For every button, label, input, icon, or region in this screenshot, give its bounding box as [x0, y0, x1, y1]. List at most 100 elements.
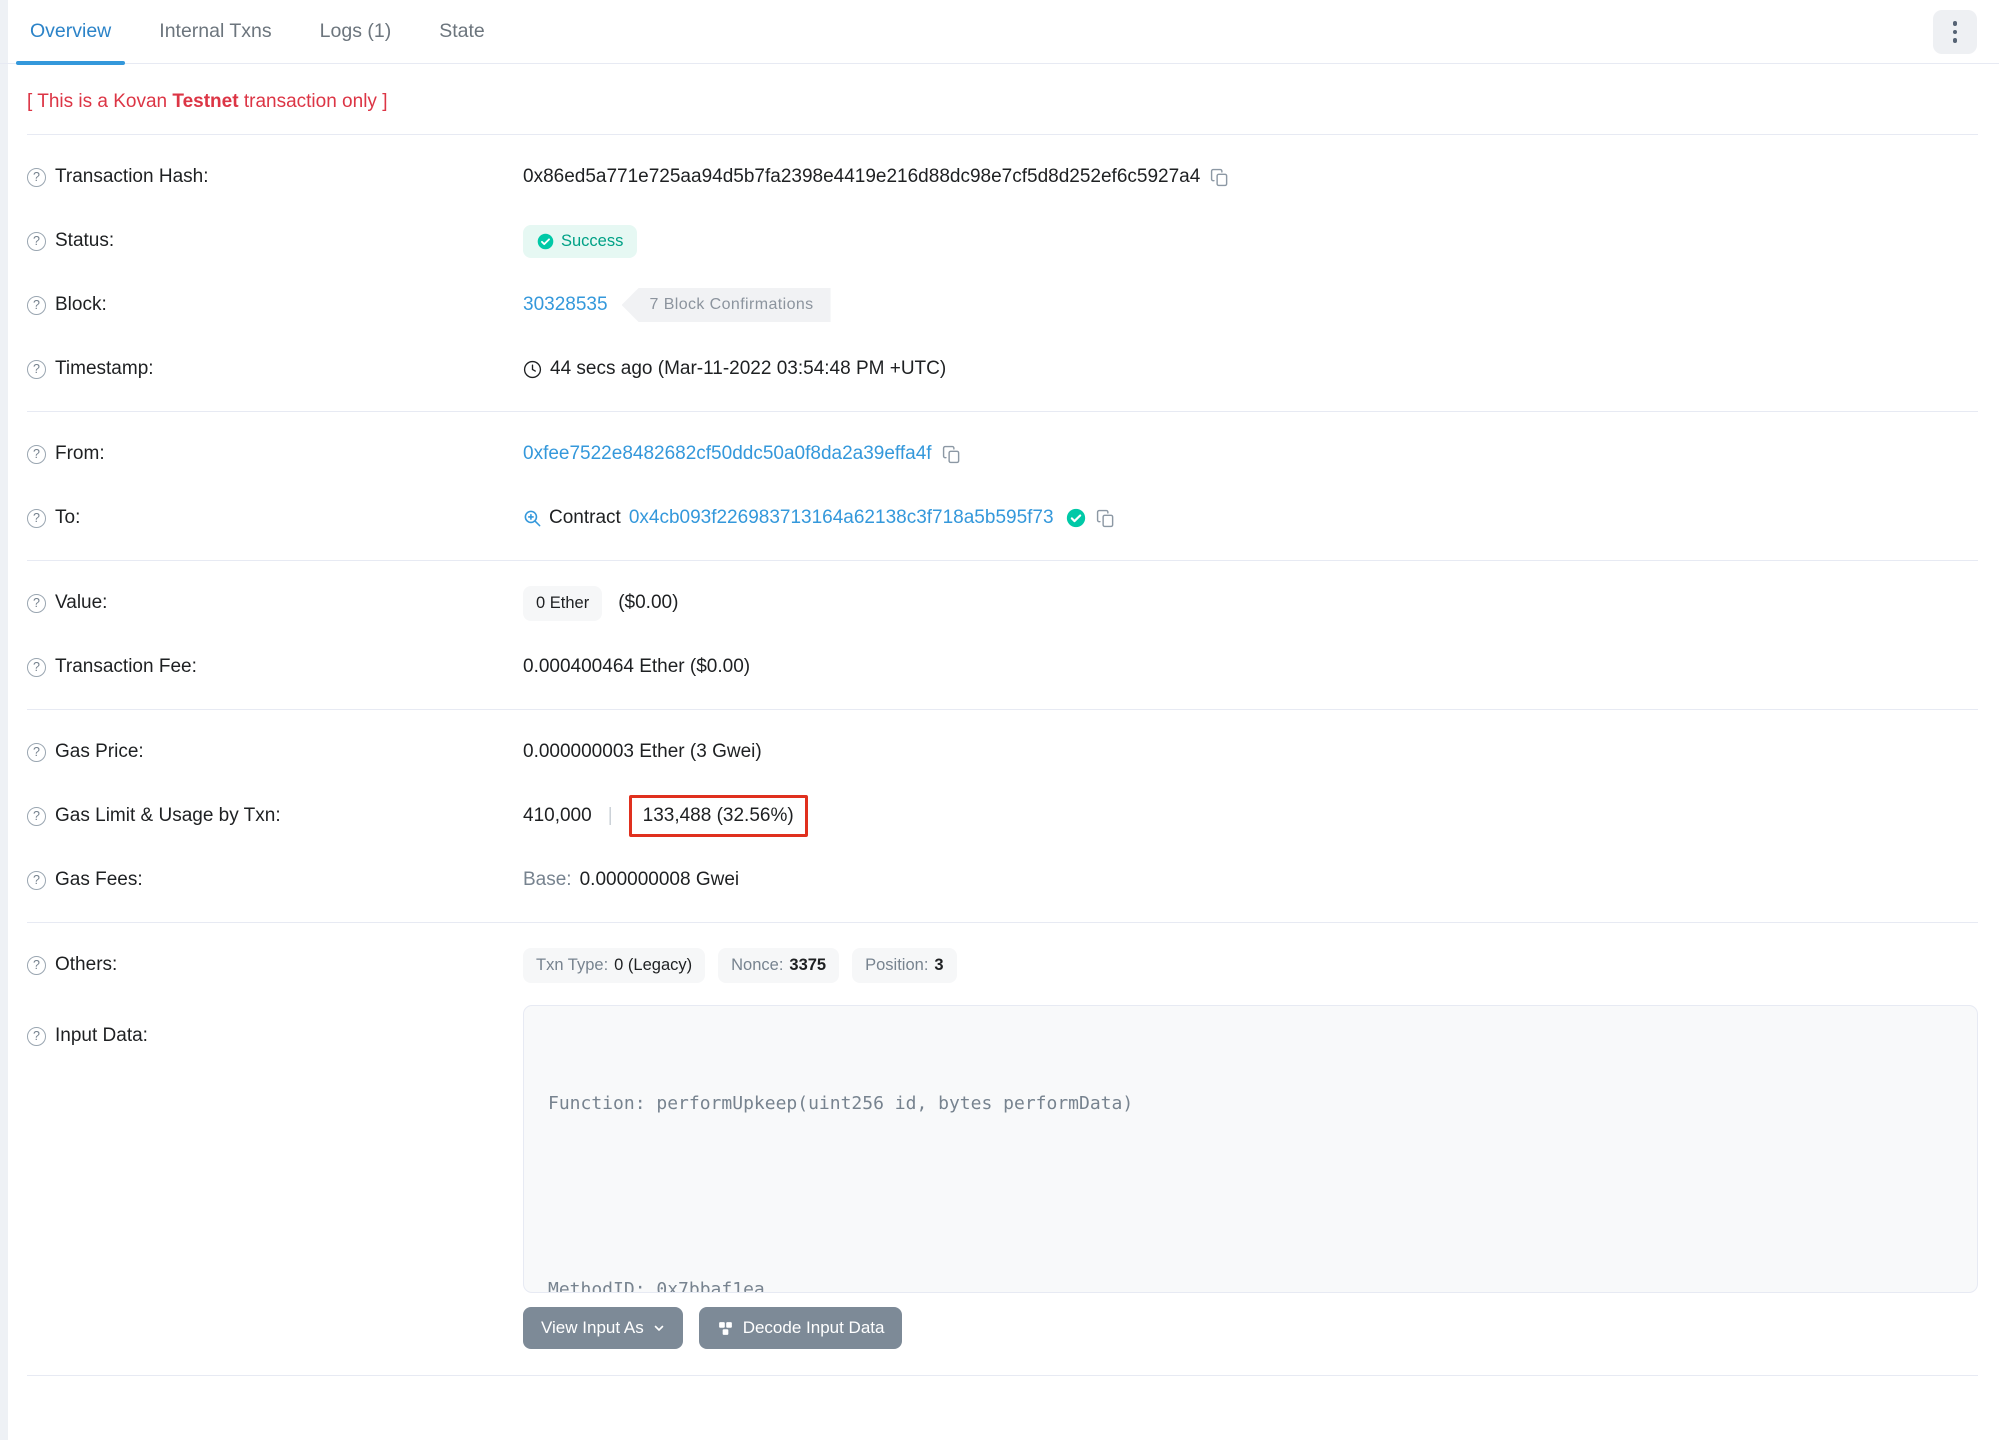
decode-input-data-button[interactable]: Decode Input Data: [698, 1307, 903, 1349]
help-icon[interactable]: ?: [27, 359, 46, 379]
verified-check-icon: [1066, 508, 1086, 528]
to-address-link[interactable]: 0x4cb093f226983713164a62138c3f718a5b595f…: [629, 507, 1054, 529]
gas-price-label: Gas Price:: [55, 741, 144, 762]
nonce-badge: Nonce: 3375: [718, 947, 840, 983]
input-data-textarea[interactable]: Function: performUpkeep(uint256 id, byte…: [523, 1005, 1978, 1293]
row-others: ? Others: Txn Type: 0 (Legacy) Nonce: 33…: [27, 933, 1978, 997]
block-label: Block:: [55, 294, 107, 315]
row-status: ? Status: Success: [27, 209, 1978, 273]
view-input-as-label: View Input As: [541, 1318, 644, 1337]
notice-testnet-bold: Testnet: [172, 91, 239, 112]
others-label: Others:: [55, 954, 118, 975]
gas-usage-value: 133,488 (32.56%): [642, 805, 794, 826]
notice-text: [ This is a Kovan: [27, 91, 173, 112]
decode-input-data-label: Decode Input Data: [742, 1318, 885, 1337]
help-icon[interactable]: ?: [27, 657, 46, 677]
value-label: Value:: [55, 592, 108, 613]
from-address-link[interactable]: 0xfee7522e8482682cf50ddc50a0f8da2a39effa…: [523, 443, 932, 465]
gas-fees-base-label: Base:: [523, 869, 572, 890]
status-badge: Success: [523, 224, 638, 258]
input-methodid-line: MethodID: 0x7bbaf1ea: [548, 1279, 765, 1293]
block-number-link[interactable]: 30328535: [523, 294, 608, 316]
from-label: From:: [55, 443, 105, 464]
page-left-edge: [0, 0, 8, 1440]
transaction-hash-label: Transaction Hash:: [55, 166, 209, 187]
help-icon[interactable]: ?: [27, 444, 46, 464]
tab-overview[interactable]: Overview: [16, 0, 126, 65]
row-gas-fees: ? Gas Fees: Base: 0.000000008 Gwei: [27, 848, 1978, 912]
tab-logs-label: Logs (1): [319, 20, 392, 42]
gas-fees-label: Gas Fees:: [55, 869, 143, 890]
row-input-data: ? Input Data: Function: performUpkeep(ui…: [27, 1005, 1978, 1349]
tab-overview-label: Overview: [30, 20, 112, 42]
check-circle-icon: [537, 233, 554, 249]
chevron-down-icon: [654, 1325, 664, 1331]
divider: [27, 1375, 1978, 1376]
view-input-as-button[interactable]: View Input As: [523, 1307, 683, 1349]
divider: [27, 709, 1978, 710]
testnet-notice: [ This is a Kovan Testnet transaction on…: [27, 91, 1978, 113]
help-icon[interactable]: ?: [27, 593, 46, 613]
transaction-hash-value: 0x86ed5a771e725aa94d5b7fa2398e4419e216d8…: [523, 166, 1201, 187]
value-usd-text: ($0.00): [618, 592, 679, 613]
gas-separator: |: [607, 805, 613, 826]
help-icon[interactable]: ?: [27, 508, 46, 528]
copy-icon[interactable]: [942, 445, 961, 464]
tab-state-label: State: [439, 20, 485, 42]
gas-limit-label: Gas Limit & Usage by Txn:: [55, 805, 281, 826]
transaction-fee-value: 0.000400464 Ether ($0.00): [523, 656, 751, 677]
help-icon[interactable]: ?: [27, 167, 46, 187]
copy-icon[interactable]: [1210, 168, 1229, 187]
help-icon[interactable]: ?: [27, 1026, 46, 1046]
clock-icon: [523, 360, 542, 379]
kebab-menu-icon[interactable]: [1933, 10, 1977, 54]
help-icon[interactable]: ?: [27, 870, 46, 890]
to-label: To:: [55, 507, 81, 528]
copy-icon[interactable]: [1096, 509, 1115, 528]
tab-internal-txns-label: Internal Txns: [159, 20, 272, 42]
divider: [27, 411, 1978, 412]
input-function-line: Function: performUpkeep(uint256 id, byte…: [548, 1093, 1134, 1114]
divider: [27, 560, 1978, 561]
value-amount-badge: 0 Ether: [523, 585, 603, 621]
txn-type-badge: Txn Type: 0 (Legacy): [523, 947, 706, 983]
gas-fees-base-value: 0.000000008 Gwei: [579, 869, 740, 890]
tab-internal-txns[interactable]: Internal Txns: [145, 0, 285, 64]
row-transaction-hash: ? Transaction Hash: 0x86ed5a771e725aa94d…: [27, 145, 1978, 209]
txn-type-value: 0 (Legacy): [614, 955, 693, 974]
cubes-icon: [718, 1321, 732, 1335]
row-gas-price: ? Gas Price: 0.000000003 Ether (3 Gwei): [27, 720, 1978, 784]
position-value: 3: [934, 955, 944, 974]
overview-panel: [ This is a Kovan Testnet transaction on…: [0, 91, 1999, 1376]
block-confirmations-badge: 7 Block Confirmations: [621, 288, 831, 322]
resize-grip-icon[interactable]: [1958, 1273, 1972, 1287]
tab-state[interactable]: State: [425, 0, 499, 64]
row-to: ? To: Contract 0x4cb093f226983713164a621…: [27, 486, 1978, 550]
help-icon[interactable]: ?: [27, 955, 46, 975]
row-from: ? From: 0xfee7522e8482682cf50ddc50a0f8da…: [27, 422, 1978, 486]
to-contract-text: Contract: [549, 507, 621, 528]
row-timestamp: ? Timestamp: 44 secs ago (Mar-11-2022 03…: [27, 337, 1978, 401]
row-block: ? Block: 30328535 7 Block Confirmations: [27, 273, 1978, 337]
position-badge: Position: 3: [852, 947, 957, 983]
nonce-label: Nonce:: [731, 955, 784, 974]
input-data-label: Input Data:: [55, 1025, 148, 1046]
status-badge-text: Success: [561, 231, 624, 250]
tab-bar: Overview Internal Txns Logs (1) State: [0, 0, 1999, 65]
timestamp-value: 44 secs ago (Mar-11-2022 03:54:48 PM +UT…: [550, 358, 947, 379]
help-icon[interactable]: ?: [27, 231, 46, 251]
magnifier-plus-icon[interactable]: [523, 509, 542, 528]
help-icon[interactable]: ?: [27, 742, 46, 762]
help-icon[interactable]: ?: [27, 295, 46, 315]
notice-text-tail: transaction only ]: [238, 91, 388, 112]
position-label: Position:: [865, 955, 929, 974]
help-icon[interactable]: ?: [27, 806, 46, 826]
transaction-fee-label: Transaction Fee:: [55, 656, 197, 677]
tab-logs[interactable]: Logs (1): [306, 0, 406, 64]
input-data-actions: View Input As Decode Input Data: [523, 1307, 1978, 1349]
row-value: ? Value: 0 Ether ($0.00): [27, 571, 1978, 635]
gas-price-value: 0.000000003 Ether (3 Gwei): [523, 741, 762, 762]
value-amount-text: 0 Ether: [536, 593, 590, 612]
gas-usage-highlight-box: 133,488 (32.56%): [628, 795, 808, 837]
